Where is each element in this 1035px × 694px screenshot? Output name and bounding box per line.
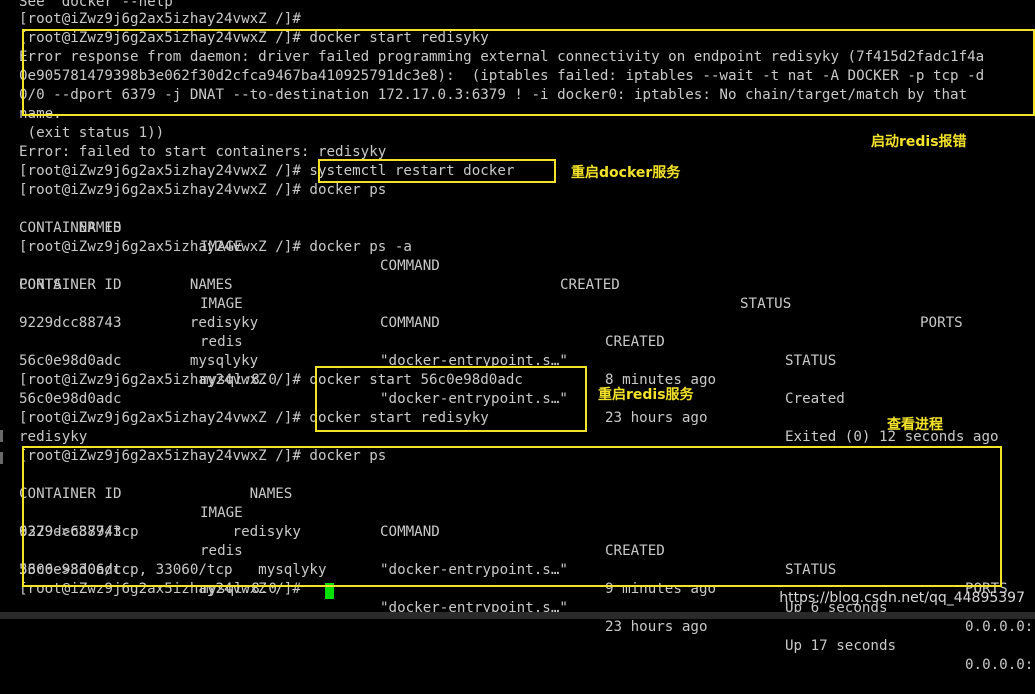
terminal-line: name.: [19, 106, 62, 122]
table-row: 56c0e98d0adc mysql:8.0 "docker-entrypoin…: [19, 333, 1029, 445]
terminal-line: 6379->6379/tcp redisyky: [19, 524, 301, 540]
scroll-marker: [0, 430, 3, 442]
terminal-line: (exit status 1)): [19, 125, 165, 141]
ps-header-row: CONTAINER ID IMAGE COMMAND CREATED STATU…: [19, 466, 1029, 597]
created: 9 minutes ago: [605, 581, 717, 597]
watermark: https://blog.csdn.net/qq_44895397: [779, 590, 1025, 606]
terminal-line: [root@iZwz9j6g2ax5izhay24vwxZ /]# docker…: [19, 239, 412, 255]
terminal-line: redisyky: [19, 429, 88, 445]
terminal-line: Error response from daemon: driver faile…: [19, 49, 985, 65]
terminal-line: [root@iZwz9j6g2ax5izhay24vwxZ /]# docker…: [19, 448, 387, 464]
annotation-restart-redis: 重启redis服务: [598, 387, 694, 403]
terminal-cursor: [325, 583, 334, 599]
ports: 0.0.0.0:: [965, 619, 1034, 635]
ps-header-row: CONTAINER ID IMAGE COMMAND CREATED STATU…: [19, 200, 1029, 331]
terminal-line: [root@iZwz9j6g2ax5izhay24vwxZ /]#: [19, 11, 301, 27]
bottom-strip: [0, 612, 1035, 619]
terminal-line: NAMES: [19, 220, 122, 236]
terminal-line: PORTS NAMES: [19, 277, 233, 293]
command: "docker-entrypoint.s…": [380, 391, 568, 407]
command: "docker-entrypoint.s…": [380, 353, 568, 369]
terminal-prompt[interactable]: [root@iZwz9j6g2ax5izhay24vwxZ /]#: [19, 580, 301, 599]
terminal-line: 3306->3306/tcp, 33060/tcp mysqlyky: [19, 562, 327, 578]
terminal-window[interactable]: See 'docker --help' [root@iZwz9j6g2ax5iz…: [0, 0, 1035, 673]
terminal-line: [root@iZwz9j6g2ax5izhay24vwxZ /]# system…: [19, 163, 515, 179]
ps-a-header-row: CONTAINER ID IMAGE COMMAND CREATED STATU…: [19, 257, 1029, 369]
ps-header-cell: PORTS: [920, 315, 963, 331]
table-row: 9229dcc88743 redis "docker-entrypoint.s……: [19, 504, 1033, 635]
ports: 0.0.0.0:: [965, 657, 1034, 673]
terminal-line: redisyky: [19, 315, 259, 331]
scroll-marker: [0, 452, 3, 464]
terminal-line: [root@iZwz9j6g2ax5izhay24vwxZ /]# docker…: [19, 30, 489, 46]
table-row: 56c0e98d0adc mysql:8.0 "docker-entrypoin…: [19, 542, 1033, 673]
created: 23 hours ago: [605, 619, 708, 635]
ps-header-cell: CREATED: [560, 277, 620, 293]
status: Up 17 seconds: [785, 638, 897, 654]
terminal-line: NAMES: [19, 486, 293, 502]
command: "docker-entrypoint.s…": [380, 562, 568, 578]
terminal-line: [root@iZwz9j6g2ax5izhay24vwxZ /]# docker…: [19, 372, 523, 388]
ps-header-cell: STATUS: [785, 562, 837, 578]
terminal-line: mysqlyky: [19, 353, 259, 369]
annotation-start-error: 启动redis报错: [871, 134, 967, 150]
ps-a-header-cell: STATUS: [785, 353, 837, 369]
terminal-line: Error: failed to start containers: redis…: [19, 144, 387, 160]
ps-a-header-cell: COMMAND: [380, 315, 440, 331]
ps-header-cell: COMMAND: [380, 524, 440, 540]
terminal-line: [root@iZwz9j6g2ax5izhay24vwxZ /]# docker…: [19, 410, 489, 426]
terminal-line: [root@iZwz9j6g2ax5izhay24vwxZ /]# docker…: [19, 182, 387, 198]
terminal-line: 0/0 --dport 6379 -j DNAT --to-destinatio…: [19, 87, 968, 103]
created: 23 hours ago: [605, 410, 708, 426]
status: Created: [785, 391, 845, 407]
annotation-restart-docker: 重启docker服务: [571, 165, 681, 181]
terminal-line: 56c0e98d0adc: [19, 391, 122, 407]
annotation-view-process: 查看进程: [887, 417, 943, 433]
terminal-line: 0e905781479398b3e062f30d2cfca9467ba41092…: [19, 68, 985, 84]
table-row: 9229dcc88743 redis "docker-entrypoint.s……: [19, 295, 1029, 407]
